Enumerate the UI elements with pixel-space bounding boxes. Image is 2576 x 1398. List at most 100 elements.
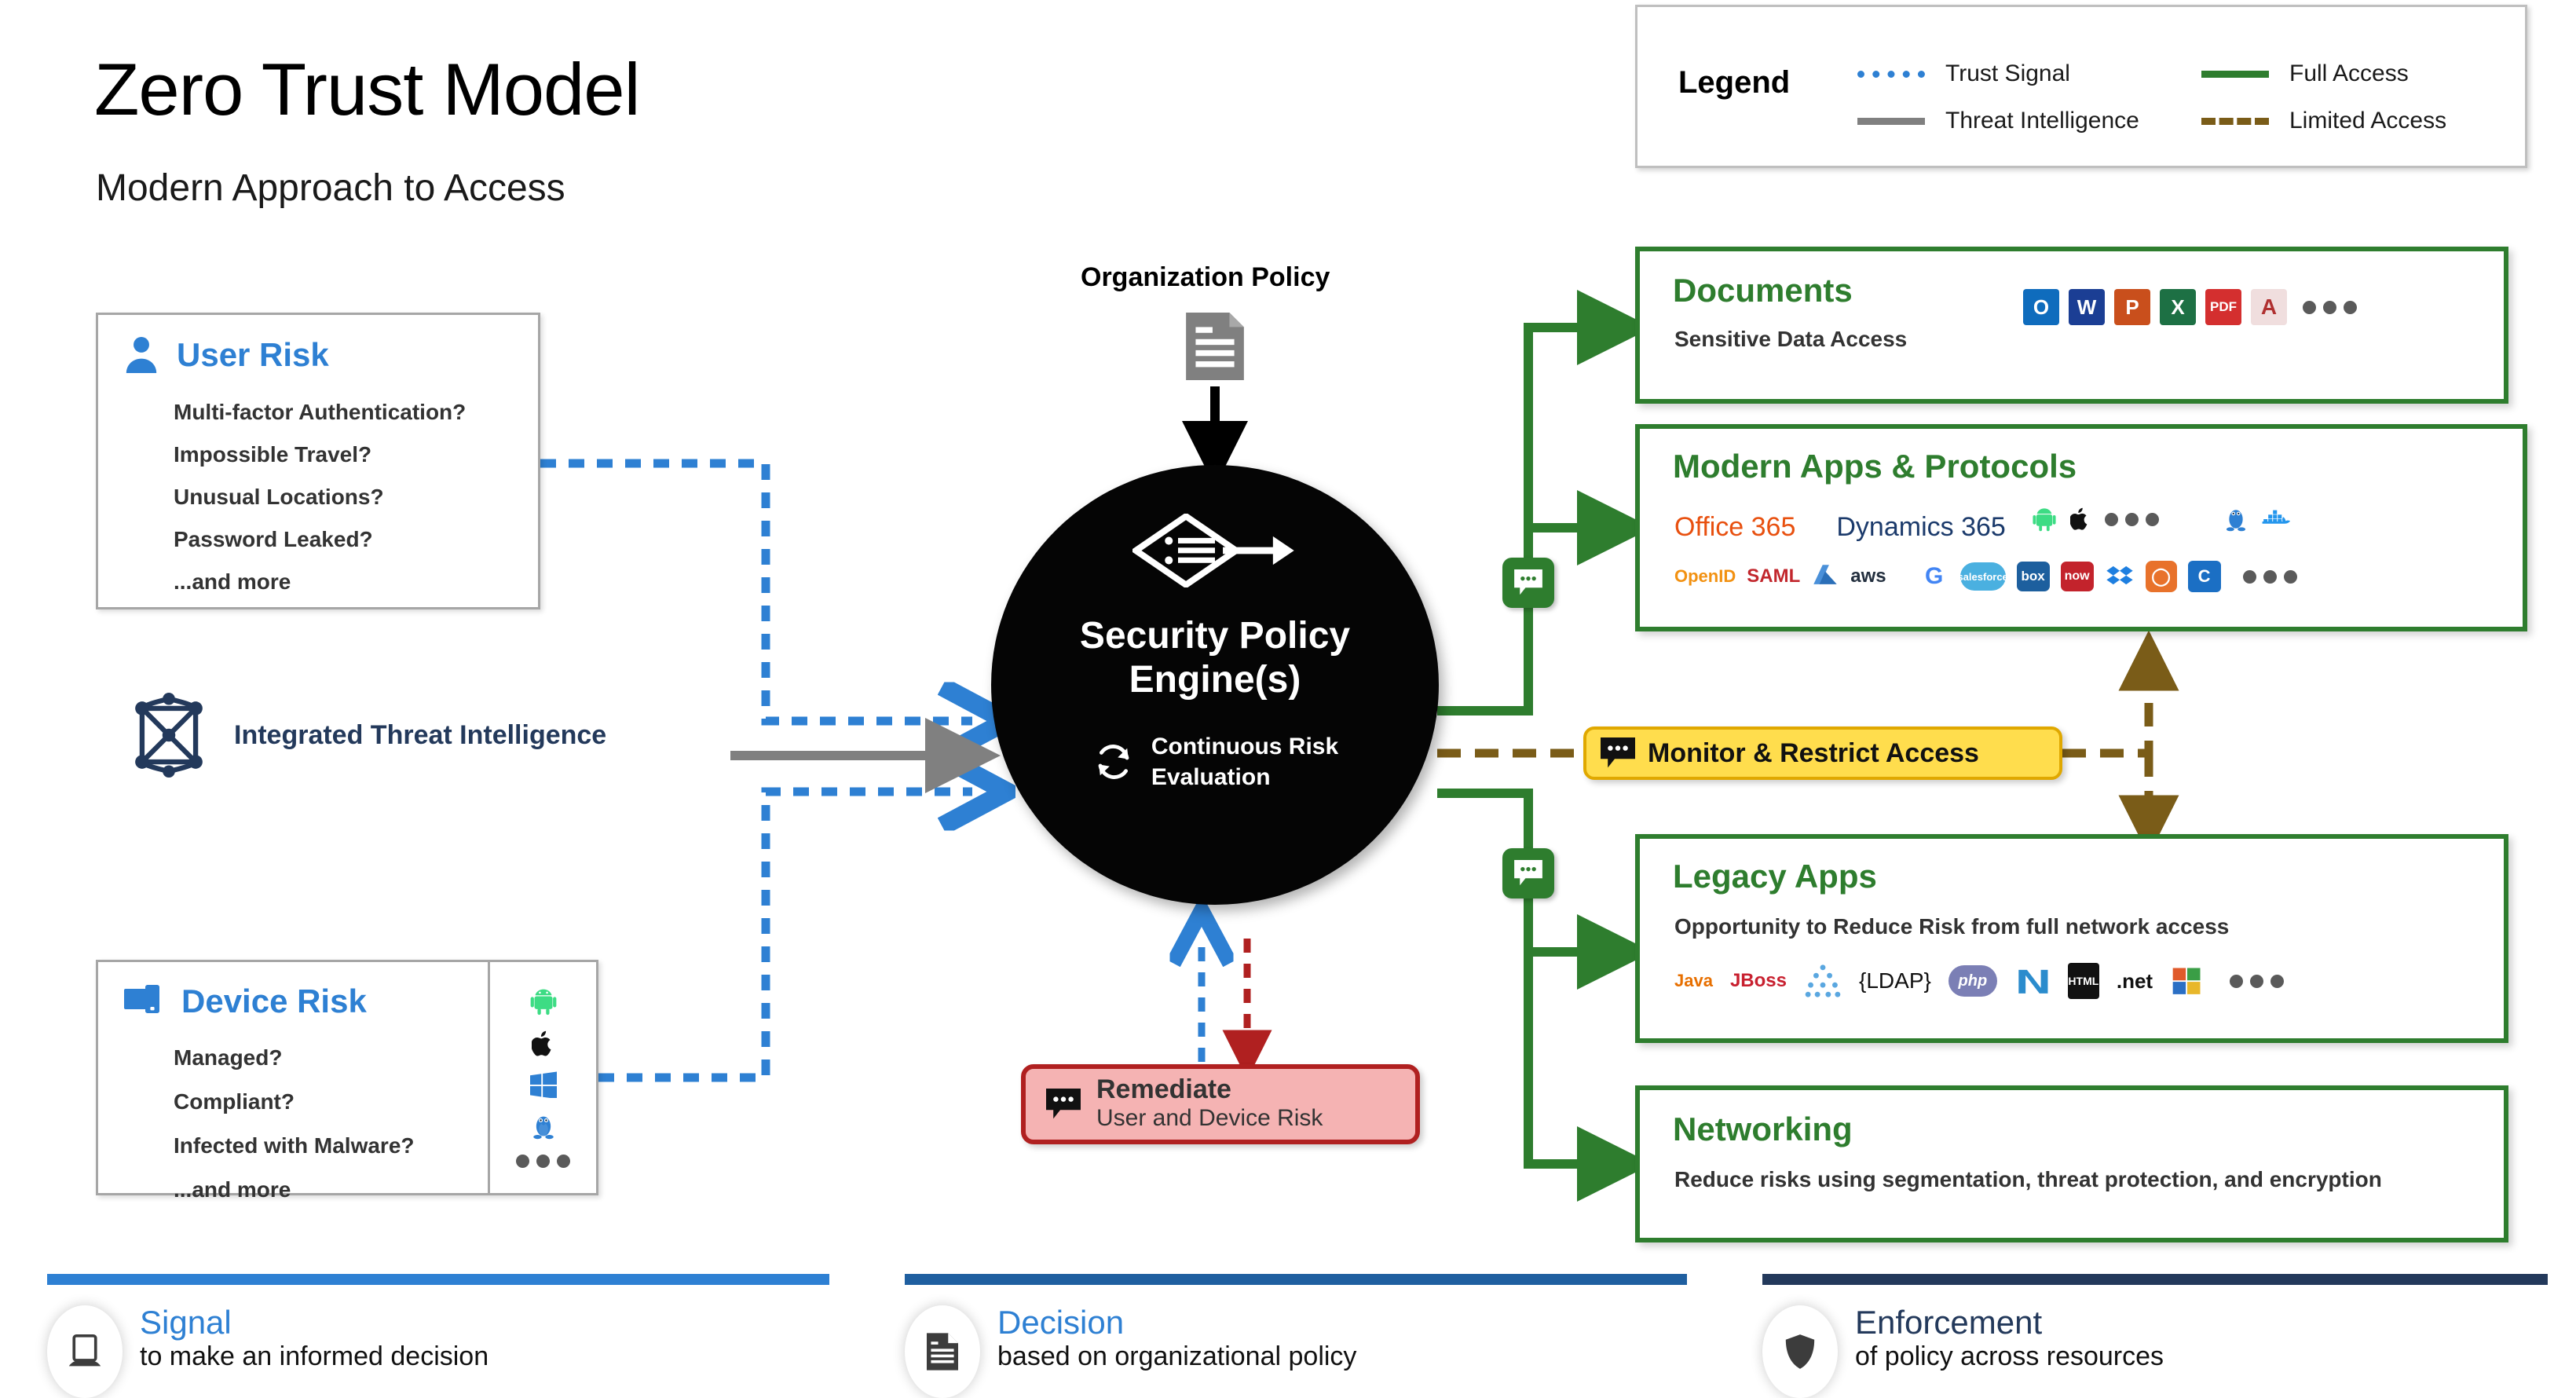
device-risk-item: Managed? [174,1045,283,1070]
remediate-box[interactable]: Remediate User and Device Risk [1021,1064,1420,1144]
google-icon: G [1919,562,1949,591]
document-icon [905,1305,980,1398]
powerpoint-icon: P [2114,289,2150,325]
footer-signal-subtitle: to make an informed decision [140,1341,489,1372]
footer-signal-bar [47,1274,829,1285]
brand-dynamics-365: Dynamics 365 [1836,512,2006,542]
core-title-line-1: Security Policy [1079,615,1351,657]
saml-icon: SAML [1747,565,1801,587]
panel-legacy-apps-subtitle: Opportunity to Reduce Risk from full net… [1674,914,2230,939]
ldap-cluster-icon [1804,963,1842,999]
trust-signal-user-path [540,459,972,721]
concur-icon: C [2187,561,2221,592]
legend-item-trust-signal: Trust Signal [1857,60,2070,87]
legend-swatch-threat-intelligence [1857,117,1925,125]
refresh-cycle-icon [1092,740,1136,784]
legend-title: Legend [1678,65,1791,100]
php-icon: php [1948,965,1997,997]
panel-documents-subtitle: Sensitive Data Access [1674,327,1908,351]
footer-decision-title: Decision [997,1304,1125,1341]
apple-icon [530,1030,555,1058]
more-dots-icon [2230,974,2285,988]
android-icon [2033,507,2056,532]
user-risk-list: Multi-factor Authentication? Impossible … [98,387,538,595]
panel-modern-apps-title: Modern Apps & Protocols [1673,448,2077,485]
security-policy-engine-title: Security Policy Engine(s) [1080,614,1350,701]
device-risk-main: Device Risk Managed? Compliant? Infected… [98,962,488,1202]
panel-documents[interactable]: Documents Sensitive Data Access O W P X … [1635,247,2508,404]
comment-icon [1601,737,1635,769]
panel-modern-apps-platform-row [2033,506,2291,532]
monitor-restrict-access-badge[interactable]: Monitor & Restrict Access [1583,726,2062,780]
linux-icon [532,1112,555,1140]
windows-legacy-icon [2170,964,2205,997]
apple-icon [2069,507,2091,532]
device-risk-card: Device Risk Managed? Compliant? Infected… [96,960,598,1202]
legend: Legend Trust Signal Threat Intelligence … [1635,5,2527,168]
threat-intelligence-label: Integrated Threat Intelligence [234,719,607,750]
device-risk-title: Device Risk [181,983,367,1019]
laptop-icon [47,1305,123,1398]
person-icon [123,335,159,375]
security-policy-engine-node: Security Policy Engine(s) Continuous Ris… [991,465,1439,905]
device-risk-list: Managed? Compliant? Infected with Malwar… [98,1033,488,1202]
footer-enforcement-subtitle: of policy across resources [1855,1341,2164,1372]
policy-document-icon [1186,313,1244,380]
full-access-trunk-upper [1437,290,1652,715]
brand-office-365: Office 365 [1674,512,1796,542]
legend-item-full-access: Full Access [2201,60,2409,87]
legend-label-threat-intelligence: Threat Intelligence [1945,108,2139,134]
panel-legacy-apps[interactable]: Legacy Apps Opportunity to Reduce Risk f… [1635,834,2508,1043]
panel-networking-title: Networking [1673,1111,1853,1147]
footer-decision-bar [905,1274,1687,1285]
more-dots-icon [516,1155,570,1169]
modern-apps-comment-badge [1502,558,1554,608]
user-risk-item: Password Leaked? [174,527,373,551]
continuous-risk-evaluation: Continuous Risk Evaluation [1092,731,1338,792]
organization-policy-label: Organization Policy [1081,262,1330,292]
core-title-line-2: Engine(s) [1129,658,1301,701]
jboss-icon: JBoss [1729,970,1787,991]
okta-icon: ◯ [2145,561,2177,592]
panel-networking[interactable]: Networking Reduce risks using segmentati… [1635,1085,2508,1242]
linux-icon [2225,506,2247,532]
excel-icon: X [2160,289,2196,325]
limited-access-badge-to-modern [2062,630,2179,758]
panel-modern-apps-brand-row: Office 365 Dynamics 365 [1674,512,2006,543]
panel-modern-apps[interactable]: Modern Apps & Protocols Office 365 Dynam… [1635,424,2527,631]
device-platform-column [488,962,596,1193]
user-risk-item: Unusual Locations? [174,485,384,509]
servicenow-icon: now [2060,562,2094,591]
dropbox-icon [2105,562,2135,591]
windows-icon [529,1071,557,1100]
device-risk-header: Device Risk [98,962,488,1020]
java-icon: Java [1674,971,1713,990]
network-graph-icon [126,691,212,779]
legend-label-limited-access: Limited Access [2289,108,2447,134]
device-risk-item: Infected with Malware? [174,1133,415,1158]
user-risk-item: Multi-factor Authentication? [174,400,467,424]
remediate-texts: Remediate User and Device Risk [1096,1075,1323,1133]
footer-enforcement: Enforcement of policy across resources [1762,1274,2548,1398]
user-risk-item: ...and more [174,569,291,594]
continuous-risk-evaluation-text: Continuous Risk Evaluation [1151,731,1338,792]
decision-flow-icon [1130,512,1297,589]
outlook-icon: O [2023,289,2059,325]
user-risk-item: Impossible Travel? [174,442,372,467]
core-sub-line-2: Evaluation [1151,764,1271,791]
dotnet-icon [2014,963,2051,999]
core-sub-line-1: Continuous Risk [1151,734,1339,760]
comment-icon [1046,1089,1081,1120]
devices-icon [123,984,164,1019]
legend-swatch-trust-signal [1857,70,1925,78]
remediate-subtitle: User and Device Risk [1096,1104,1323,1131]
footer-decision-texts: Decision based on organizational policy [997,1305,1356,1374]
shield-icon [1762,1305,1838,1398]
footer-signal: Signal to make an informed decision [47,1274,829,1398]
legend-swatch-full-access [2201,70,2269,78]
legend-label-full-access: Full Access [2289,60,2409,86]
pdf-icon: PDF [2205,289,2241,325]
aws-icon: aws [1850,565,1886,587]
openid-icon: OpenID [1674,566,1736,586]
footer-signal-body: Signal to make an informed decision [47,1305,829,1398]
